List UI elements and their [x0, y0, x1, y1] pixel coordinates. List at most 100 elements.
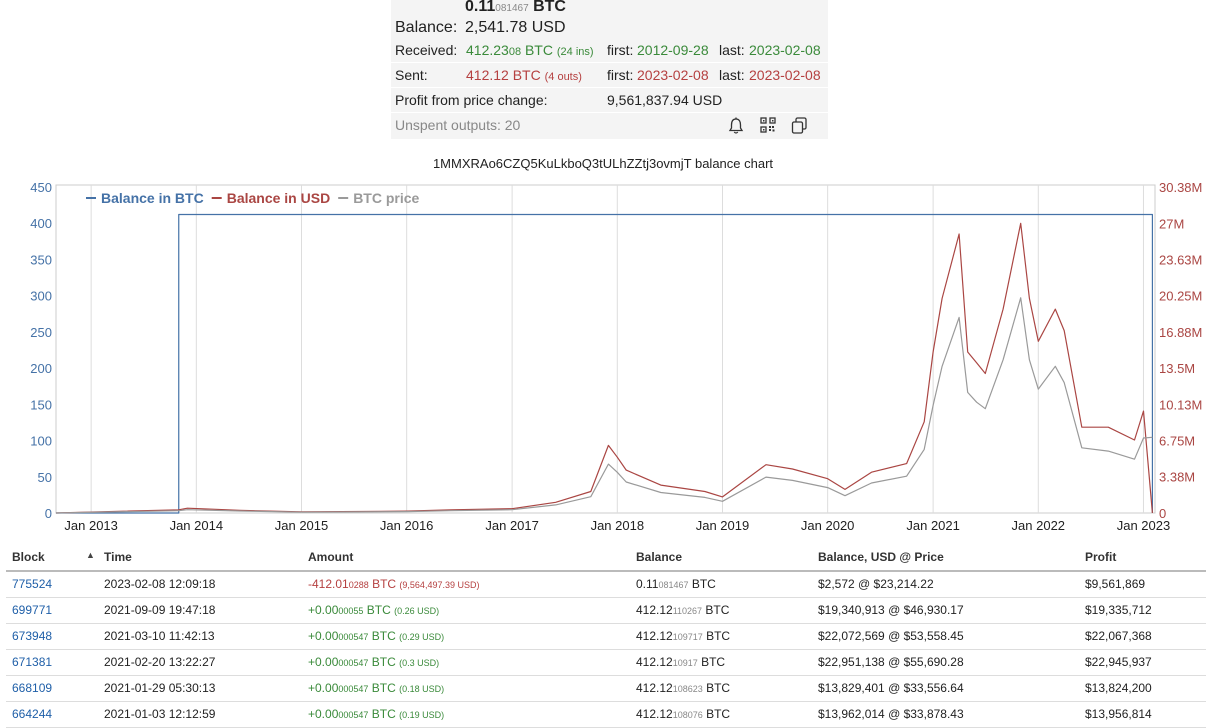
amount-main: +0.00	[308, 629, 339, 643]
header-profit[interactable]: Profit	[1085, 550, 1116, 564]
received-unit: BTC	[524, 42, 553, 58]
chart-grid	[55, 184, 1156, 514]
amount-usd: (0.29 USD)	[399, 632, 445, 642]
amount-unit: BTC	[368, 655, 396, 669]
tx-balance: 412.12108076 BTC	[636, 707, 730, 721]
received-amount: 412.2308 BTC (24 ins)	[466, 42, 594, 58]
table-row[interactable]: 668109 2021-01-29 05:30:13 +0.00000547 BTC…	[6, 676, 1206, 702]
sort-block-icon[interactable]: ▲	[86, 550, 95, 560]
amount-unit: BTC	[368, 681, 396, 695]
received-small: 08	[508, 46, 522, 58]
copy-icon[interactable]	[791, 117, 808, 137]
received-last-label: last:	[719, 42, 745, 58]
unspent-row: Unspent outputs: 20	[391, 113, 828, 139]
balance-unit: BTC	[702, 681, 731, 695]
tx-time: 2023-02-08 12:09:18	[104, 577, 216, 591]
block-link[interactable]: 668109	[12, 681, 52, 695]
x-tick-label: Jan 2021	[906, 518, 960, 532]
received-row: Received: 412.2308 BTC (24 ins) first: 2…	[391, 38, 828, 63]
sent-label: Sent:	[395, 67, 428, 83]
block-link[interactable]: 775524	[12, 577, 52, 591]
balance-small: 081467	[658, 580, 689, 590]
btc-balance-main: 0.11	[465, 0, 496, 15]
table-row[interactable]: 673948 2021-03-10 11:42:13 +0.00000547 BTC…	[6, 624, 1206, 650]
chart-legend[interactable]: Balance in BTC Balance in USD BTC price	[86, 190, 420, 206]
balance-unit: BTC	[697, 655, 726, 669]
tx-amount: +0.00000547 BTC (0.3 USD)	[308, 655, 439, 669]
tx-profit: $13,824,200	[1085, 681, 1152, 695]
header-amount[interactable]: Amount	[308, 550, 353, 564]
balance-usd-price: $22,072,569 @ $53,558.45	[818, 629, 964, 643]
profit-value: 9,561,837.94 USD	[607, 92, 723, 108]
qr-code-icon[interactable]	[760, 117, 776, 136]
block-number[interactable]: 664244	[12, 707, 52, 721]
amount-usd: (0.19 USD)	[399, 710, 445, 720]
block-number[interactable]: 671381	[12, 655, 52, 669]
balance-in-btc-legend-label[interactable]: Balance in BTC	[101, 190, 204, 206]
header-time[interactable]: Time	[104, 550, 132, 564]
balance-in-usd-line	[55, 222, 1153, 514]
amount-unit: BTC	[368, 577, 397, 591]
balance-small: 108623	[672, 684, 703, 694]
block-number[interactable]: 699771	[12, 603, 52, 617]
unspent-outputs[interactable]: Unspent outputs: 20	[395, 117, 520, 133]
sent-outs: (4 outs)	[544, 71, 582, 83]
amount-small: 000547	[338, 632, 369, 642]
amount-usd: (9,564,497.39 USD)	[399, 580, 480, 590]
address-summary: 0.11081467 BTC Balance: 2,541.78 USD Rec…	[391, 0, 828, 139]
block-link[interactable]: 673948	[12, 629, 52, 643]
y-left-tick-label: 50	[38, 470, 52, 485]
table-row[interactable]: 671381 2021-02-20 13:22:27 +0.00000547 BTC…	[6, 650, 1206, 676]
btc-balance-small: 081467	[495, 3, 529, 14]
table-body: 775524 2023-02-08 12:09:18 -412.010288 BTC…	[6, 572, 1206, 728]
header-block[interactable]: Block	[12, 550, 45, 564]
block-link[interactable]: 664244	[12, 707, 52, 721]
y-right-tick-label: 10.13M	[1159, 397, 1202, 412]
y-right-tick-label: 20.25M	[1159, 289, 1202, 304]
amount-usd: (0.18 USD)	[399, 684, 445, 694]
tx-amount: -412.010288 BTC (9,564,497.39 USD)	[308, 577, 479, 591]
table-row[interactable]: 664244 2021-01-03 12:12:59 +0.00000547 BTC…	[6, 702, 1206, 728]
bell-icon[interactable]	[728, 117, 744, 138]
balance-usd-price: $13,962,014 @ $33,878.43	[818, 707, 964, 721]
amount-usd: (0.3 USD)	[399, 658, 440, 668]
tx-amount: +0.00000547 BTC (0.19 USD)	[308, 707, 444, 721]
amount-main: +0.00	[308, 707, 339, 721]
block-number[interactable]: 673948	[12, 629, 52, 643]
y-right-tick-label: 13.5M	[1159, 361, 1195, 376]
table-row[interactable]: 699771 2021-09-09 19:47:18 +0.0000055 BTC …	[6, 598, 1206, 624]
amount-unit: BTC	[368, 707, 396, 721]
block-number[interactable]: 775524	[12, 577, 52, 591]
amount-small: 000547	[338, 684, 369, 694]
block-link[interactable]: 671381	[12, 655, 52, 669]
btc-price-legend-label[interactable]: BTC price	[353, 190, 419, 206]
table-row[interactable]: 775524 2023-02-08 12:09:18 -412.010288 BTC…	[6, 572, 1206, 598]
x-tick-label: Jan 2018	[591, 518, 645, 532]
tx-balance: 412.12110267 BTC	[636, 603, 729, 617]
balance-in-usd-legend-label[interactable]: Balance in USD	[227, 190, 330, 206]
header-balance-usd[interactable]: Balance, USD @ Price	[818, 550, 944, 564]
x-tick-label: Jan 2014	[170, 518, 224, 532]
btc-price-line	[55, 297, 1153, 514]
y-right-tick-label: 3.38M	[1159, 470, 1195, 485]
balance-unit: BTC	[702, 629, 731, 643]
y-left-tick-label: 300	[30, 289, 52, 304]
tx-profit: $9,561,869	[1085, 577, 1146, 591]
x-tick-label: Jan 2013	[64, 518, 118, 532]
tx-balance: 412.12108623 BTC	[636, 681, 730, 695]
sent-first-date: 2023-02-08	[637, 67, 709, 83]
block-number[interactable]: 668109	[12, 681, 52, 695]
block-link[interactable]: 699771	[12, 603, 52, 617]
y-right-tick-label: 16.88M	[1159, 325, 1202, 340]
header-balance[interactable]: Balance	[636, 550, 682, 564]
chart-axes: Jan 2013 Jan 2014 Jan 2015 Jan 2016 Jan 2017…	[30, 180, 1202, 532]
profit-label: Profit from price change:	[395, 92, 548, 108]
amount-small: 000547	[338, 710, 369, 720]
chart-title: 1MMXRAo6CZQ5KuLkboQ3tULhZZtj3ovmjT balan…	[432, 156, 774, 171]
x-tick-label: Jan 2019	[696, 518, 750, 532]
balance-usd: 2,541.78 USD	[465, 19, 566, 36]
tx-amount: +0.00000547 BTC (0.29 USD)	[308, 629, 444, 643]
sent-last-date: 2023-02-08	[749, 67, 821, 83]
sent-amount: 412.12 BTC (4 outs)	[466, 67, 582, 83]
tx-profit: $19,335,712	[1085, 603, 1152, 617]
